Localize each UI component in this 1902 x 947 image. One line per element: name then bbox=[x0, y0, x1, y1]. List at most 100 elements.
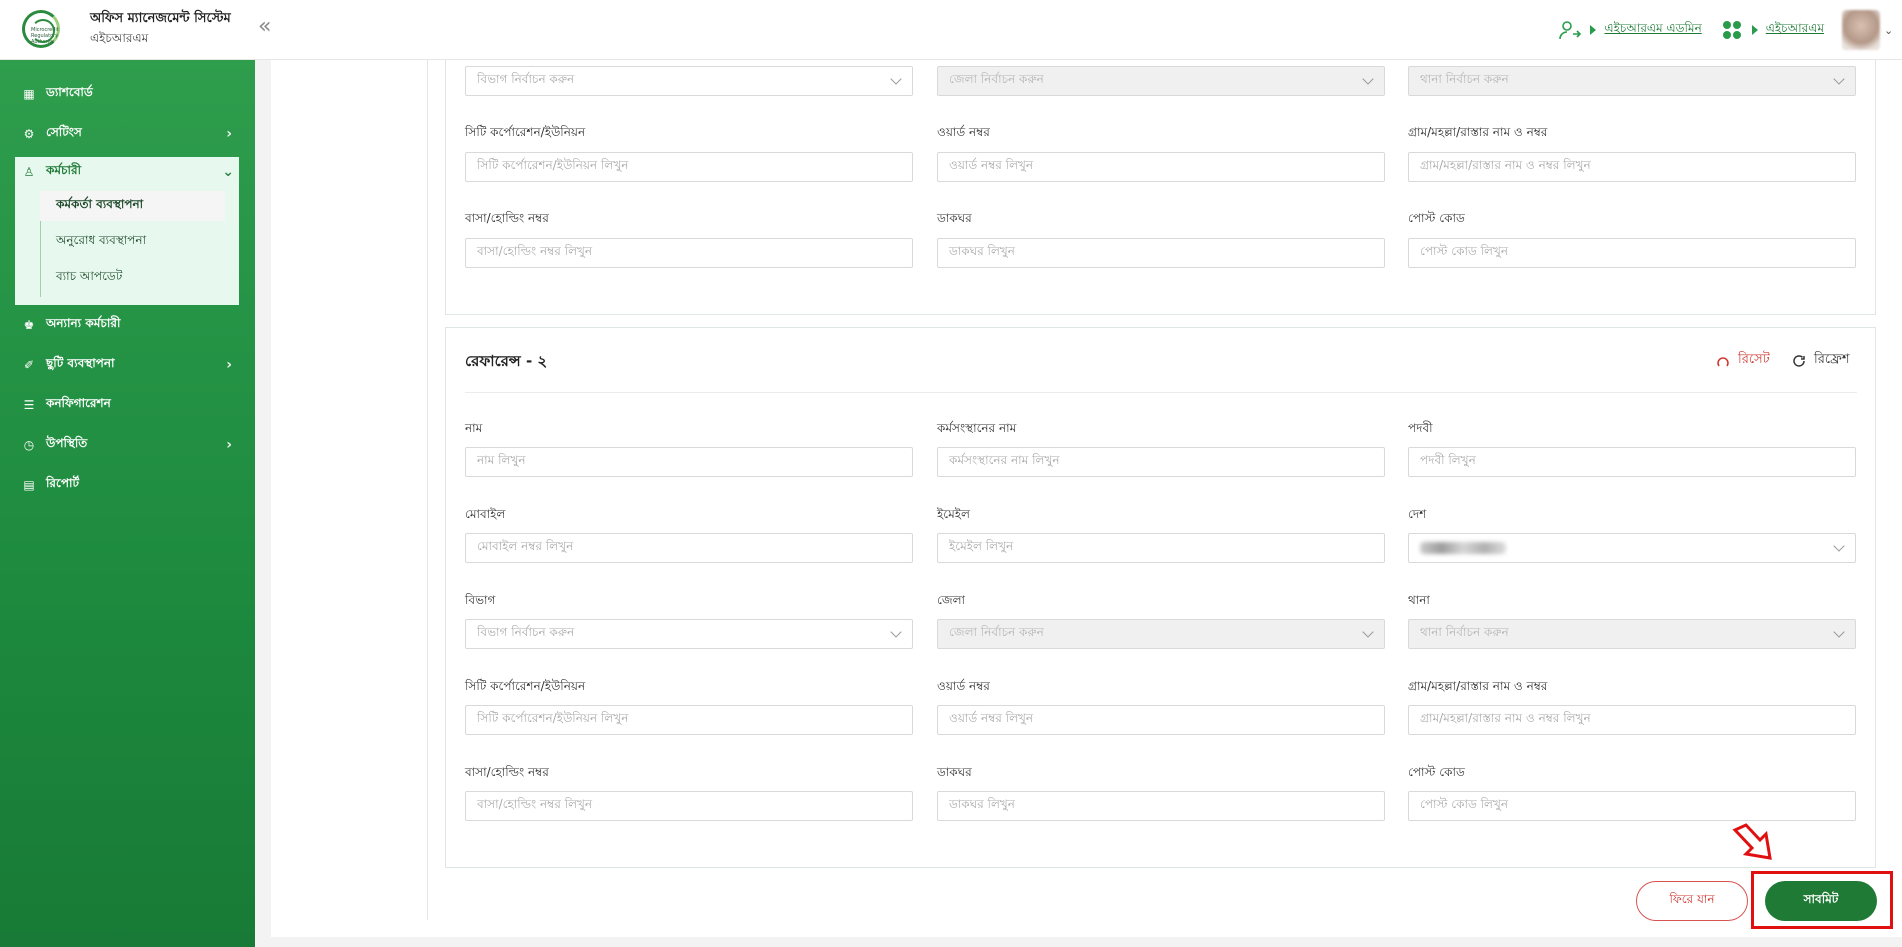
refresh-button[interactable]: রিফ্রেশ bbox=[1792, 350, 1850, 371]
sidebar-item-label: কর্মচারী bbox=[46, 163, 82, 177]
ref1-ward-input[interactable]: ওয়ার্ড নম্বর লিখুন bbox=[937, 152, 1385, 182]
ref1-postcode-input[interactable]: পোস্ট কোড লিখুন bbox=[1408, 238, 1856, 268]
user-role-link[interactable]: এইচআরএম এডমিন bbox=[1604, 20, 1701, 40]
ref2-city-input[interactable]: সিটি কর্পোরেশন/ইউনিয়ন লিখুন bbox=[465, 705, 913, 735]
sidebar-item-attendance[interactable]: ◷ উপস্থিতি › bbox=[22, 434, 232, 456]
mra-logo: Microcredit Regulatory Authority bbox=[22, 10, 60, 48]
ref2-ward-input[interactable]: ওয়ার্ড নম্বর লিখুন bbox=[937, 705, 1385, 735]
reset-button[interactable]: রিসেট bbox=[1716, 350, 1770, 371]
refresh-icon bbox=[1793, 354, 1805, 367]
app-title: অফিস ম্যানেজমেন্ট সিস্টেম bbox=[90, 11, 231, 26]
sidebar-item-label: সেটিংস bbox=[46, 125, 82, 139]
ref1-district-select: জেলা নির্বাচন করুন bbox=[937, 66, 1385, 96]
placeholder: গ্রাম/মহল্লা/রাস্তার নাম ও নম্বর লিখুন bbox=[1420, 158, 1591, 172]
placeholder: সিটি কর্পোরেশন/ইউনিয়ন লিখুন bbox=[477, 711, 629, 725]
chevron-right-icon: › bbox=[226, 357, 232, 373]
reference-2-section bbox=[445, 327, 1876, 868]
ref2-post-office-input[interactable]: ডাকঘর লিখুন bbox=[937, 791, 1385, 821]
placeholder: কর্মসংস্থানের নাম লিখুন bbox=[949, 453, 1060, 467]
reset-icon bbox=[1717, 356, 1729, 366]
logo-line-3: Authority bbox=[31, 39, 54, 45]
chevron-down-icon bbox=[1833, 540, 1845, 552]
apps-grid-icon[interactable] bbox=[1720, 18, 1744, 42]
ref1-village-input[interactable]: গ্রাম/মহল্লা/রাস্তার নাম ও নম্বর লিখুন bbox=[1408, 152, 1856, 182]
user-icon: ♙ bbox=[23, 165, 35, 179]
document-icon: ▤ bbox=[23, 478, 35, 492]
sidebar-item-other-employees[interactable]: ♚ অন্যান্য কর্মচারী bbox=[22, 314, 232, 336]
ref2-country-label: দেশ bbox=[1408, 507, 1427, 521]
ref2-name-input[interactable]: নাম লিখুন bbox=[465, 447, 913, 477]
ref2-mobile-input[interactable]: মোবাইল নম্বর লিখুন bbox=[465, 533, 913, 563]
ref1-post-office-label: ডাকঘর bbox=[937, 211, 972, 225]
avatar[interactable] bbox=[1842, 10, 1880, 50]
refresh-label: রিফ্রেশ bbox=[1814, 352, 1850, 367]
ref2-village-label: গ্রাম/মহল্লা/রাস্তার নাম ও নম্বর bbox=[1408, 679, 1548, 693]
submenu-officer-management[interactable]: কর্মকর্তা ব্যবস্থাপনা bbox=[40, 191, 225, 221]
ref2-house-input[interactable]: বাসা/হোল্ডিং নম্বর লিখুন bbox=[465, 791, 913, 821]
chevron-down-icon: ⌄ bbox=[222, 164, 234, 180]
chevron-right-icon: › bbox=[226, 437, 232, 453]
placeholder: মোবাইল নম্বর লিখুন bbox=[477, 539, 574, 553]
sidebar-item-leave[interactable]: ✐ ছুটি ব্যবস্থাপনা › bbox=[22, 354, 232, 376]
sidebar-item-settings[interactable]: ⚙ সেটিংস › bbox=[22, 123, 232, 145]
ref2-ward-label: ওয়ার্ড নম্বর bbox=[937, 679, 990, 693]
sidebar-item-report[interactable]: ▤ রিপোর্ট bbox=[22, 474, 232, 496]
ref2-district-select: জেলা নির্বাচন করুন bbox=[937, 619, 1385, 649]
sidebar-item-label: ছুটি ব্যবস্থাপনা bbox=[46, 356, 115, 370]
ref1-division-select[interactable]: বিভাগ নির্বাচন করুন bbox=[465, 66, 913, 96]
section-title: রেফারেন্স - ২ bbox=[465, 352, 548, 370]
chevron-down-icon bbox=[1362, 626, 1374, 638]
chevron-down-icon bbox=[890, 73, 902, 85]
ref1-ward-label: ওয়ার্ড নম্বর bbox=[937, 125, 990, 139]
app-subtitle: এইচআরএম bbox=[90, 31, 149, 45]
sliders-icon: ☰ bbox=[23, 398, 35, 412]
ref1-village-label: গ্রাম/মহল্লা/রাস্তার নাম ও নম্বর bbox=[1408, 125, 1548, 139]
placeholder: জেলা নির্বাচন করুন bbox=[949, 625, 1044, 639]
ref2-postcode-input[interactable]: পোস্ট কোড লিখুন bbox=[1408, 791, 1856, 821]
ref2-house-label: বাসা/হোল্ডিং নম্বর bbox=[465, 765, 549, 779]
back-button[interactable]: ফিরে যান bbox=[1636, 881, 1748, 921]
ref2-post-office-label: ডাকঘর bbox=[937, 765, 972, 779]
placeholder: গ্রাম/মহল্লা/রাস্তার নাম ও নম্বর লিখুন bbox=[1420, 711, 1591, 725]
sidebar-item-dashboard[interactable]: ▦ ড্যাশবোর্ড bbox=[22, 83, 232, 105]
placeholder: ডাকঘর লিখুন bbox=[949, 244, 1015, 258]
placeholder: ওয়ার্ড নম্বর লিখুন bbox=[949, 711, 1034, 725]
submenu-request-management[interactable]: অনুরোধ ব্যবস্থাপনা bbox=[40, 227, 225, 257]
sidebar-item-employee[interactable]: ♙ কর্মচারী ⌄ bbox=[22, 161, 234, 183]
ref1-house-input[interactable]: বাসা/হোল্ডিং নম্বর লিখুন bbox=[465, 238, 913, 268]
submit-highlight-box bbox=[1751, 871, 1893, 929]
ref1-postcode-label: পোস্ট কোড bbox=[1408, 211, 1465, 225]
placeholder: বিভাগ নির্বাচন করুন bbox=[477, 72, 575, 86]
reference-1-section bbox=[445, 60, 1876, 315]
ref2-postcode-label: পোস্ট কোড bbox=[1408, 765, 1465, 779]
clock-icon: ◷ bbox=[23, 438, 35, 452]
chevron-down-icon bbox=[890, 626, 902, 638]
submenu-batch-update[interactable]: ব্যাচ আপডেট bbox=[40, 263, 225, 293]
ref2-email-input[interactable]: ইমেইল লিখুন bbox=[937, 533, 1385, 563]
ref1-city-input[interactable]: সিটি কর্পোরেশন/ইউনিয়ন লিখুন bbox=[465, 152, 913, 182]
placeholder: জেলা নির্বাচন করুন bbox=[949, 72, 1044, 86]
sidebar: ▦ ড্যাশবোর্ড ⚙ সেটিংস › ♙ কর্মচারী ⌄ কর্… bbox=[0, 60, 255, 947]
collapse-sidebar-icon[interactable]: « bbox=[258, 14, 271, 39]
chevron-down-icon bbox=[1362, 73, 1374, 85]
ref2-division-select[interactable]: বিভাগ নির্বাচন করুন bbox=[465, 619, 913, 649]
chevron-down-icon[interactable]: ⌄ bbox=[1884, 24, 1898, 37]
ref1-city-label: সিটি কর্পোরেশন/ইউনিয়ন bbox=[465, 125, 586, 139]
logo-line-1: Microcredit bbox=[31, 27, 59, 33]
reset-label: রিসেট bbox=[1738, 352, 1770, 367]
ref2-org-input[interactable]: কর্মসংস্থানের নাম লিখুন bbox=[937, 447, 1385, 477]
ref1-thana-select: থানা নির্বাচন করুন bbox=[1408, 66, 1856, 96]
ref2-country-select[interactable] bbox=[1408, 533, 1856, 563]
sidebar-item-label: অন্যান্য কর্মচারী bbox=[46, 316, 121, 330]
ref2-village-input[interactable]: গ্রাম/মহল্লা/রাস্তার নাম ও নম্বর লিখুন bbox=[1408, 705, 1856, 735]
ref2-designation-input[interactable]: পদবী লিখুন bbox=[1408, 447, 1856, 477]
user-switch-icon[interactable] bbox=[1558, 18, 1582, 42]
ref1-post-office-input[interactable]: ডাকঘর লিখুন bbox=[937, 238, 1385, 268]
placeholder: ডাকঘর লিখুন bbox=[949, 797, 1015, 811]
dashboard-icon: ▦ bbox=[23, 87, 35, 101]
module-link[interactable]: এইচআরএম bbox=[1766, 20, 1824, 40]
ref1-house-label: বাসা/হোল্ডিং নম্বর bbox=[465, 211, 549, 225]
placeholder: নাম লিখুন bbox=[477, 453, 526, 467]
sidebar-item-configuration[interactable]: ☰ কনফিগারেশন bbox=[22, 394, 232, 416]
ref2-mobile-label: মোবাইল bbox=[465, 507, 506, 521]
